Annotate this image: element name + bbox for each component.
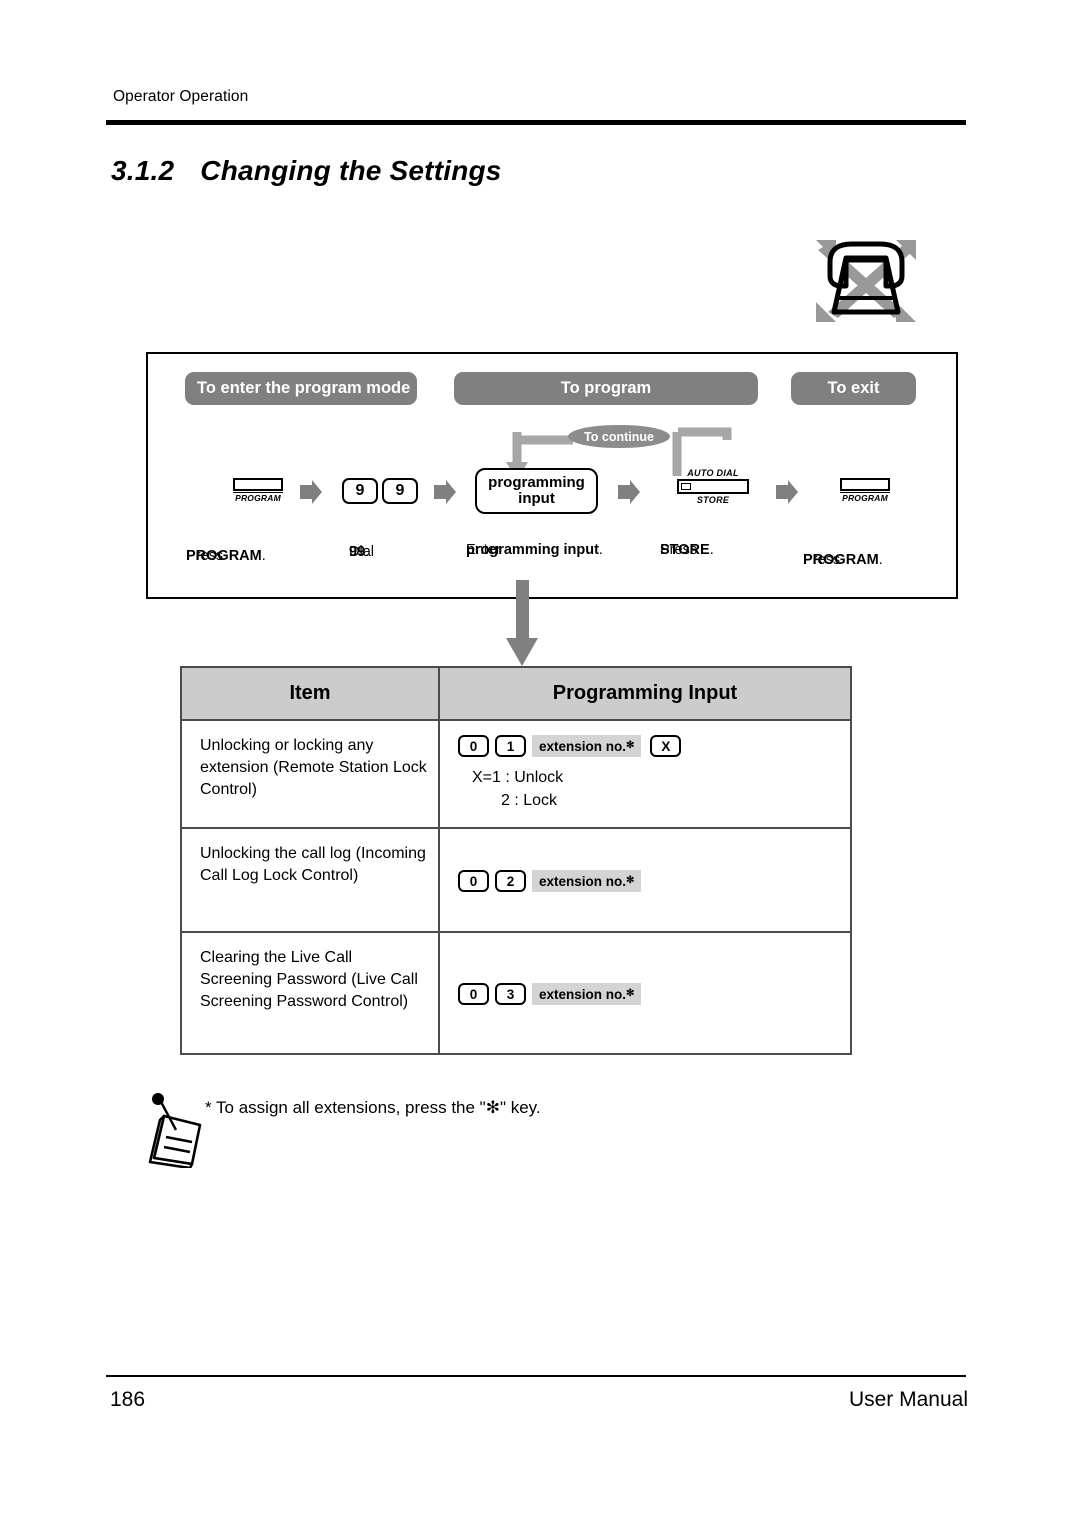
program-key-cap — [233, 478, 283, 491]
table-row: Unlocking or locking any extension (Remo… — [180, 719, 852, 829]
phase-bar-to-exit: To exit — [791, 372, 916, 405]
store-key-led — [681, 482, 691, 490]
caption-press-store: Press STORE. — [660, 542, 714, 558]
program-key-cap-exit — [840, 478, 890, 491]
column-header-item: Item — [180, 666, 440, 721]
programming-input-cell-row3: 0 3 extension no. ✻ — [438, 931, 852, 1055]
programming-input-table: Item Programming Input Unlocking or lock… — [180, 666, 852, 1055]
phase-bar-enter-program-mode: To enter the program mode — [185, 372, 417, 405]
footer-document-title: User Manual — [848, 1388, 968, 1411]
phase-bar-enter-label: To enter the program mode — [197, 379, 411, 397]
table-row: Unlocking the call log (Incoming Call Lo… — [180, 827, 852, 933]
key-sequence-row1: 0 1 extension no. ✻ X — [458, 735, 840, 757]
flow-to-table-arrow — [502, 580, 542, 666]
caption-enter-programming-input: Enter programming input. — [466, 542, 603, 558]
key-sequence-row2: 0 2 extension no. ✻ — [458, 870, 840, 892]
section-title-text: Changing the Settings — [200, 155, 502, 186]
digit-key-9-first: 9 — [342, 478, 378, 504]
programming-input-box: programming input — [475, 468, 598, 514]
flow-arrow-1 — [300, 480, 322, 504]
program-key-step1: PROGRAM — [233, 478, 283, 503]
extension-no-chip-row2: extension no. ✻ — [532, 870, 642, 892]
table-key-3-row3: 3 — [495, 983, 526, 1005]
footer-rule — [106, 1375, 966, 1377]
caption-press-program-2: Press PROGRAM. — [803, 552, 883, 568]
extension-no-chip-row3: extension no. ✻ — [532, 983, 642, 1005]
section-number: 3.1.2 — [111, 155, 175, 186]
x-value-lock: 2 : Lock — [501, 792, 558, 810]
auto-dial-label: AUTO DIAL — [687, 468, 739, 478]
crossed-out-telephone-icon — [806, 226, 926, 326]
item-cell-row2: Unlocking the call log (Incoming Call Lo… — [180, 827, 440, 933]
table-header-row: Item Programming Input — [180, 666, 852, 721]
table-key-1-row1: 1 — [495, 735, 526, 757]
extension-no-chip-row1: extension no. ✻ — [532, 735, 642, 757]
programming-input-cell-row2: 0 2 extension no. ✻ — [438, 827, 852, 933]
store-label: STORE — [696, 495, 730, 505]
flow-arrow-2 — [434, 480, 456, 504]
note-memo-icon — [146, 1092, 208, 1170]
page-title: 3.1.2 Changing the Settings — [111, 155, 502, 187]
x-values-row1: X=1 : Unlock 2 : Lock — [458, 766, 840, 812]
caption-press-program-1: Press PROGRAM. — [186, 548, 266, 564]
table-key-0-row3: 0 — [458, 983, 489, 1005]
programming-input-line1: programming — [488, 474, 585, 492]
flow-arrow-3 — [618, 480, 640, 504]
program-key-label: PROGRAM — [233, 492, 283, 503]
programming-input-line2: input — [518, 490, 555, 507]
phase-bar-program-label: To program — [560, 379, 652, 397]
running-header: Operator Operation — [113, 88, 249, 105]
table-key-x-row1: X — [650, 735, 682, 757]
item-cell-row3: Clearing the Live Call Screening Passwor… — [180, 931, 440, 1055]
caption-dial-99: Dial 99. — [349, 544, 374, 560]
footer-page-number: 186 — [110, 1388, 146, 1411]
key-sequence-row3: 0 3 extension no. ✻ — [458, 983, 840, 1005]
phase-bar-to-program: To program — [454, 372, 758, 405]
table-key-0-row1: 0 — [458, 735, 489, 757]
table-key-0-row2: 0 — [458, 870, 489, 892]
header-rule — [106, 120, 966, 125]
phase-bar-exit-label: To exit — [827, 379, 880, 397]
item-cell-row1: Unlocking or locking any extension (Remo… — [180, 719, 440, 829]
program-key-label-exit: PROGRAM — [840, 492, 890, 503]
footnote-text: * To assign all extensions, press the "✻… — [205, 1098, 541, 1117]
to-continue-label: To continue — [568, 425, 670, 448]
programming-input-cell-row1: 0 1 extension no. ✻ X X=1 : Unlock 2 : Lock — [438, 719, 852, 829]
table-key-2-row2: 2 — [495, 870, 526, 892]
column-header-programming-input: Programming Input — [438, 666, 852, 721]
programming-flow-diagram: To enter the program mode To program To … — [146, 352, 958, 599]
program-key-step5: PROGRAM — [840, 478, 890, 503]
digit-key-9-second: 9 — [382, 478, 418, 504]
table-row: Clearing the Live Call Screening Passwor… — [180, 931, 852, 1055]
x-value-unlock: X=1 : Unlock — [472, 769, 564, 786]
flow-arrow-4 — [776, 480, 798, 504]
store-key-body — [677, 479, 749, 494]
auto-dial-store-key: AUTO DIAL STORE — [677, 468, 749, 505]
